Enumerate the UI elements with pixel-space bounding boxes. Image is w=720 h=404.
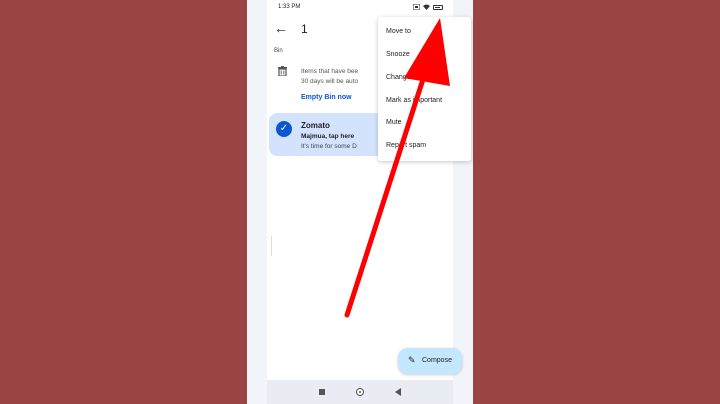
gmail-screen: 1:33 PM ← 1 Bin Items that have bee 30 d… — [267, 0, 471, 404]
signal-icon — [413, 4, 420, 10]
menu-item-report-spam[interactable]: Report spam — [386, 142, 426, 149]
email-sender: Zomato — [301, 121, 330, 130]
empty-bin-button[interactable]: Empty Bin now — [301, 94, 352, 101]
email-snippet: It's time for some D — [301, 143, 357, 150]
status-time: 1:33 PM — [278, 4, 301, 10]
phone-frame: 1:33 PM ← 1 Bin Items that have bee 30 d… — [247, 0, 473, 404]
scroll-indicator — [271, 236, 272, 256]
home-icon[interactable] — [356, 388, 364, 396]
system-nav-bar — [267, 380, 453, 404]
wifi-icon — [423, 4, 430, 10]
recents-icon[interactable] — [319, 389, 325, 395]
menu-item-mute[interactable]: Mute — [386, 119, 402, 126]
bin-section-label: Bin — [274, 48, 283, 54]
pencil-icon: ✎ — [408, 355, 416, 365]
trash-icon — [278, 66, 287, 76]
compose-button[interactable]: ✎ Compose — [398, 348, 462, 374]
selected-checkmark-icon[interactable]: ✓ — [276, 121, 292, 137]
menu-item-move-to[interactable]: Move to — [386, 28, 411, 35]
overflow-menu: Move to Snooze Change labels Mark as imp… — [378, 17, 471, 161]
battery-icon — [433, 4, 443, 10]
nav-back-icon[interactable] — [395, 388, 401, 396]
compose-label: Compose — [422, 357, 452, 364]
menu-item-snooze[interactable]: Snooze — [386, 51, 410, 58]
menu-item-change-labels[interactable]: Change labels — [386, 74, 431, 81]
status-bar: 1:33 PM — [267, 0, 453, 15]
selected-count: 1 — [301, 22, 308, 36]
back-arrow-icon[interactable]: ← — [274, 20, 288, 36]
status-icons — [413, 4, 443, 10]
menu-item-mark-important[interactable]: Mark as important — [386, 97, 442, 104]
email-subject: Majmua, tap here — [301, 133, 355, 140]
